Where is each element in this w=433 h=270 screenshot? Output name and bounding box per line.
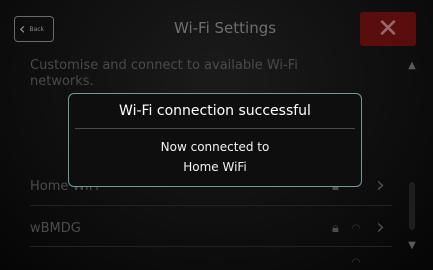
wifi-settings-screen: ‹ Back Wi-Fi Settings ✕ Customise and co…: [0, 0, 433, 270]
back-label: Back: [29, 25, 44, 33]
row-divider: [30, 205, 392, 206]
scrollbar[interactable]: [409, 182, 415, 230]
chevron-left-icon: ‹: [19, 19, 26, 38]
network-row-partial[interactable]: ◜◝: [30, 248, 392, 270]
triangle-up-icon[interactable]: ▲: [405, 60, 419, 72]
wifi-signal-icon: ◜◝: [352, 256, 360, 268]
triangle-down-icon[interactable]: ▼: [405, 240, 419, 252]
close-icon: ✕: [377, 14, 399, 44]
dialog-message-line2: Home WiFi: [183, 160, 247, 174]
close-button[interactable]: ✕: [360, 12, 416, 46]
header-bar: ‹ Back Wi-Fi Settings ✕: [10, 10, 428, 48]
dialog-message-line1: Now connected to: [160, 140, 270, 154]
back-button[interactable]: ‹ Back: [14, 16, 54, 42]
dialog-title: Wi-Fi connection successful: [119, 103, 311, 119]
connection-success-dialog[interactable]: Wi-Fi connection successful Now connecte…: [68, 93, 362, 187]
row-divider: [30, 246, 392, 247]
chevron-right-icon: ›: [376, 173, 385, 198]
chevron-right-icon: ›: [376, 215, 385, 240]
description-text: Customise and connect to available Wi-Fi…: [30, 58, 298, 89]
lock-icon: 🔒︎: [332, 220, 339, 236]
wifi-signal-icon: ◜◝: [352, 222, 360, 234]
network-row-wbmdg[interactable]: wBMDG 🔒︎ ◜◝ ›: [30, 214, 392, 242]
page-title: Wi-Fi Settings: [173, 19, 277, 37]
dialog-divider: [75, 128, 355, 129]
network-name: wBMDG: [30, 220, 81, 236]
